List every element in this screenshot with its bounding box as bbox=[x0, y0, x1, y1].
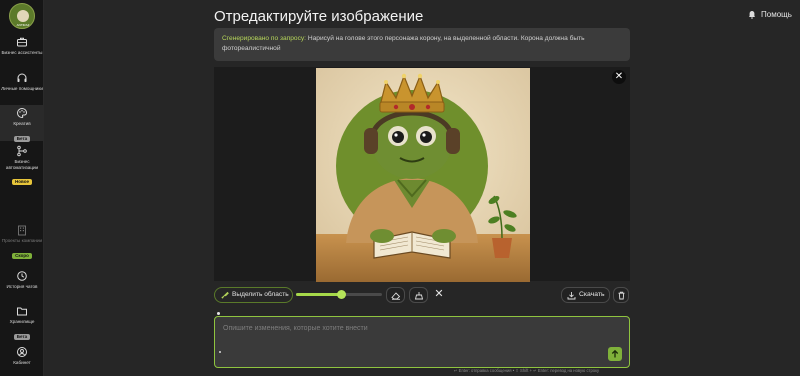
briefcase-icon bbox=[17, 37, 27, 47]
history-icon bbox=[17, 271, 27, 281]
sidebar-item-label: Хранилище bbox=[9, 319, 35, 324]
eraser-icon bbox=[391, 292, 401, 300]
attachment-dot bbox=[219, 351, 221, 353]
generation-prompt: Сгенерировано по запросу: Нарисуй на гол… bbox=[214, 28, 630, 61]
sidebar-item-label: Бизнес ассистенты bbox=[1, 50, 43, 55]
sidebar-item-label: Проекты компании bbox=[1, 238, 43, 243]
sidebar-item-business-automation[interactable]: Бизнес автоматизации Новое bbox=[0, 145, 44, 186]
download-label: Скачать bbox=[579, 291, 605, 298]
select-area-button[interactable]: Выделить область bbox=[214, 287, 293, 303]
page-title: Отредактируйте изображение bbox=[214, 8, 424, 25]
image-stage: ✕ bbox=[214, 67, 630, 282]
sidebar-item-company-projects: Проекты компании Скоро bbox=[0, 224, 44, 262]
building-icon bbox=[18, 225, 26, 236]
headphones-icon bbox=[17, 73, 27, 82]
logo-text: ANTIRAZ bbox=[16, 23, 30, 27]
sidebar-item-label: Личные помощники bbox=[1, 86, 43, 91]
user-circle-icon bbox=[17, 347, 27, 357]
edit-prompt-input[interactable] bbox=[215, 317, 629, 367]
frog-king-illustration bbox=[316, 68, 530, 282]
sidebar-item-chat-history[interactable]: История чатов bbox=[0, 270, 44, 298]
sidebar-item-cabinet[interactable]: Кабинет bbox=[0, 346, 44, 372]
arrow-up-icon bbox=[611, 349, 619, 358]
close-image-button[interactable]: ✕ bbox=[612, 70, 626, 84]
select-area-label: Выделить область bbox=[232, 291, 289, 298]
slider-fill bbox=[296, 293, 341, 296]
beta-badge: Бета bbox=[13, 135, 31, 142]
trash-icon bbox=[618, 291, 625, 300]
keyboard-hint: ↵ Enter: отправка сообщения • ⇧ Shift + … bbox=[454, 368, 600, 373]
broom-icon bbox=[414, 292, 424, 300]
app-logo[interactable]: ANTIRAZ bbox=[9, 3, 35, 29]
prompt-label: Сгенерировано по запросу: bbox=[222, 35, 307, 42]
palette-icon bbox=[17, 107, 27, 119]
eraser-button[interactable] bbox=[386, 287, 405, 303]
folder-icon bbox=[17, 307, 27, 316]
cancel-selection-button[interactable]: ✕ bbox=[433, 287, 445, 301]
sidebar-item-label: Бизнес автоматизации bbox=[5, 159, 39, 170]
beta-badge: Бета bbox=[13, 333, 31, 340]
sidebar-item-business-assistants[interactable]: Бизнес ассистенты bbox=[0, 36, 44, 62]
new-badge: Новое bbox=[12, 179, 32, 186]
help-label: Помощь bbox=[761, 10, 792, 19]
close-icon: ✕ bbox=[434, 288, 444, 300]
sidebar-item-label: История чатов bbox=[6, 284, 38, 289]
workflow-icon bbox=[17, 145, 27, 157]
soon-badge: Скоро bbox=[12, 252, 32, 259]
delete-button[interactable] bbox=[613, 287, 629, 303]
close-icon: ✕ bbox=[614, 71, 624, 82]
sidebar-item-creative[interactable]: Креатив Бета bbox=[0, 105, 44, 142]
slider-handle[interactable] bbox=[337, 290, 346, 299]
help-button[interactable]: Помощь bbox=[748, 10, 792, 19]
mask-indicator-dot bbox=[217, 312, 220, 315]
download-button[interactable]: Скачать bbox=[561, 287, 610, 303]
sidebar-item-label: Кабинет bbox=[13, 360, 31, 365]
clear-mask-button[interactable] bbox=[409, 287, 428, 303]
edit-prompt-box[interactable] bbox=[214, 316, 630, 368]
bell-icon bbox=[749, 11, 755, 19]
download-icon bbox=[567, 292, 576, 300]
sidebar-item-label: Креатив bbox=[13, 121, 31, 126]
brush-select-icon bbox=[221, 291, 229, 299]
sidebar-item-storage[interactable]: Хранилище Бета bbox=[0, 305, 44, 341]
brush-size-slider[interactable] bbox=[296, 290, 382, 299]
generated-image[interactable] bbox=[316, 68, 530, 282]
logo-avatar-shape bbox=[17, 10, 29, 22]
sidebar-item-personal-helpers[interactable]: Личные помощники bbox=[0, 72, 44, 100]
sidebar: ANTIRAZ Бизнес ассистенты Личные помощни… bbox=[0, 0, 44, 376]
send-button[interactable] bbox=[608, 347, 622, 361]
